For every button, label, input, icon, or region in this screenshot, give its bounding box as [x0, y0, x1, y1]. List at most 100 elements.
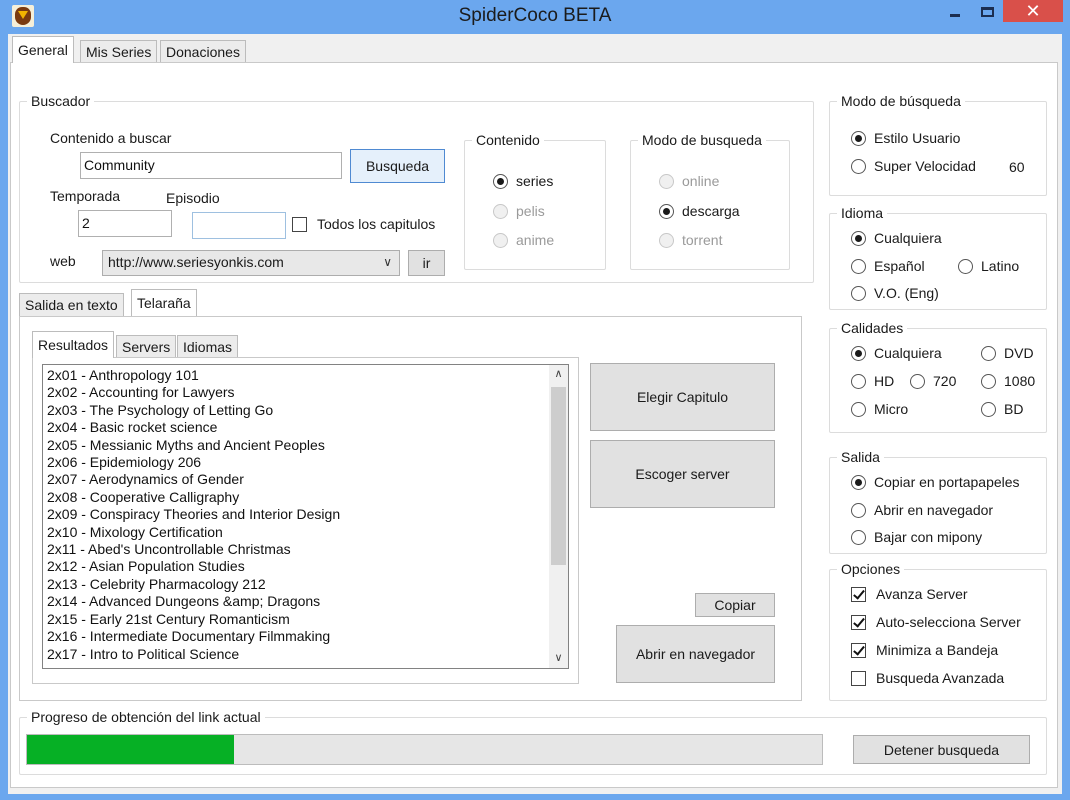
- radio-copiar-portapapeles[interactable]: Copiar en portapapeles: [851, 474, 1020, 490]
- check-icon: [851, 586, 866, 602]
- tab-telarana[interactable]: Telaraña: [131, 289, 197, 316]
- tab-servers[interactable]: Servers: [116, 335, 177, 358]
- busqueda-avanzada-checkbox[interactable]: Busqueda Avanzada: [851, 670, 1004, 686]
- contenido-group: Contenido series pelis anime: [464, 131, 606, 270]
- modo-busqueda-inner-group: Modo de busqueda online descarga torrent: [630, 131, 790, 270]
- radio-descarga[interactable]: descarga: [659, 203, 740, 219]
- busqueda-button[interactable]: Busqueda: [350, 149, 445, 183]
- calidades-legend: Calidades: [837, 319, 908, 337]
- abrir-navegador-button[interactable]: Abrir en navegador: [616, 625, 775, 683]
- buscador-legend: Buscador: [27, 92, 95, 110]
- contenido-legend: Contenido: [472, 131, 544, 149]
- list-item[interactable]: 2x07 - Aerodynamics of Gender: [43, 471, 568, 488]
- radio-latino[interactable]: Latino: [958, 258, 1019, 274]
- radio-dot: [910, 373, 925, 389]
- list-item[interactable]: 2x13 - Celebrity Pharmacology 212: [43, 576, 568, 593]
- busqueda-avanzada-label: Busqueda Avanzada: [876, 670, 1005, 686]
- list-item[interactable]: 2x17 - Intro to Political Science: [43, 646, 568, 663]
- detener-busqueda-button[interactable]: Detener busqueda: [853, 735, 1030, 764]
- radio-720[interactable]: 720: [910, 373, 956, 389]
- web-select-value: http://www.seriesyonkis.com: [108, 254, 284, 270]
- radio-dot: [659, 203, 674, 219]
- client-area: General Mis Series Donaciones Buscador C…: [8, 34, 1062, 794]
- list-item[interactable]: 2x09 - Conspiracy Theories and Interior …: [43, 506, 568, 523]
- radio-dot: [851, 474, 866, 490]
- episodio-input[interactable]: [192, 212, 286, 239]
- escoger-server-button[interactable]: Escoger server: [590, 440, 775, 508]
- minimize-button[interactable]: [938, 0, 972, 24]
- radio-dot: [851, 230, 866, 246]
- elegir-capitulo-button[interactable]: Elegir Capitulo: [590, 363, 775, 431]
- auto-selecciona-server-checkbox[interactable]: Auto-selecciona Server: [851, 614, 1021, 630]
- contenido-input[interactable]: Community: [80, 152, 342, 179]
- radio-dot: [851, 130, 866, 146]
- radio-estilo-usuario[interactable]: Estilo Usuario: [851, 130, 960, 146]
- radio-dot: [851, 258, 866, 274]
- scroll-thumb[interactable]: [551, 387, 566, 565]
- tab-idiomas[interactable]: Idiomas: [177, 335, 239, 358]
- list-item[interactable]: 2x16 - Intermediate Documentary Filmmaki…: [43, 628, 568, 645]
- radio-dvd[interactable]: DVD: [981, 345, 1034, 361]
- radio-series-label: series: [516, 173, 554, 189]
- radio-bd[interactable]: BD: [981, 401, 1023, 417]
- list-item[interactable]: 2x04 - Basic rocket science: [43, 419, 568, 436]
- auto-selecciona-server-label: Auto-selecciona Server: [876, 614, 1021, 630]
- episode-list[interactable]: 2x01 - Anthropology 101 2x02 - Accounting…: [42, 364, 569, 669]
- radio-calidad-cualquiera[interactable]: Cualquiera: [851, 345, 942, 361]
- list-item[interactable]: 2x14 - Advanced Dungeons &amp; Dragons: [43, 593, 568, 610]
- progress-fill: [27, 735, 234, 764]
- scroll-up-icon[interactable]: ∧: [549, 367, 568, 380]
- list-item[interactable]: 2x11 - Abed's Uncontrollable Christmas: [43, 541, 568, 558]
- progreso-legend: Progreso de obtención del link actual: [27, 708, 265, 726]
- radio-pelis[interactable]: pelis: [493, 203, 545, 219]
- ir-button[interactable]: ir: [408, 250, 445, 276]
- radio-vo-eng[interactable]: V.O. (Eng): [851, 285, 939, 301]
- tab-donaciones[interactable]: Donaciones: [160, 40, 246, 63]
- scroll-down-icon[interactable]: ∨: [549, 651, 568, 664]
- todos-capitulos-checkbox[interactable]: Todos los capitulos: [292, 216, 435, 232]
- temporada-input[interactable]: 2: [78, 210, 172, 237]
- idioma-legend: Idioma: [837, 204, 888, 222]
- maximize-button[interactable]: [972, 0, 1002, 24]
- tab-resultados[interactable]: Resultados: [32, 331, 115, 358]
- copiar-button[interactable]: Copiar: [695, 593, 775, 617]
- opciones-group: Opciones Avanza Server Auto-selecciona S…: [829, 560, 1047, 701]
- calidades-group: Calidades Cualquiera DVD HD 720 1080 Mic…: [829, 319, 1047, 433]
- radio-latino-label: Latino: [981, 258, 1020, 274]
- progreso-group: Progreso de obtención del link actual De…: [19, 708, 1047, 775]
- tab-mis-series[interactable]: Mis Series: [80, 40, 158, 63]
- todos-capitulos-label: Todos los capitulos: [317, 216, 436, 232]
- list-item[interactable]: 2x03 - The Psychology of Letting Go: [43, 402, 568, 419]
- close-button[interactable]: ✕: [1003, 0, 1063, 22]
- radio-series[interactable]: series: [493, 173, 553, 189]
- speed-value: 60: [1009, 159, 1025, 175]
- radio-espanol-label: Español: [874, 258, 925, 274]
- idioma-group: Idioma Cualquiera Español Latino V.O. (E…: [829, 204, 1047, 310]
- list-item[interactable]: 2x05 - Messianic Myths and Ancient Peopl…: [43, 437, 568, 454]
- radio-super-velocidad[interactable]: Super Velocidad: [851, 158, 976, 174]
- radio-idioma-cualquiera[interactable]: Cualquiera: [851, 230, 942, 246]
- list-item[interactable]: 2x06 - Epidemiology 206: [43, 454, 568, 471]
- tab-salida-texto[interactable]: Salida en texto: [19, 293, 124, 316]
- radio-1080[interactable]: 1080: [981, 373, 1035, 389]
- radio-espanol[interactable]: Español: [851, 258, 925, 274]
- radio-online[interactable]: online: [659, 173, 719, 189]
- list-item[interactable]: 2x15 - Early 21st Century Romanticism: [43, 611, 568, 628]
- web-select[interactable]: http://www.seriesyonkis.com ∨: [102, 250, 400, 276]
- radio-micro[interactable]: Micro: [851, 401, 908, 417]
- list-scrollbar[interactable]: ∧ ∨: [549, 365, 568, 668]
- radio-anime[interactable]: anime: [493, 232, 554, 248]
- list-item[interactable]: 2x01 - Anthropology 101: [43, 367, 568, 384]
- general-tab-page: Buscador Contenido a buscar Community Bu…: [10, 62, 1058, 788]
- avanza-server-checkbox[interactable]: Avanza Server: [851, 586, 968, 602]
- list-item[interactable]: 2x10 - Mixology Certification: [43, 524, 568, 541]
- list-item[interactable]: 2x08 - Cooperative Calligraphy: [43, 489, 568, 506]
- radio-torrent[interactable]: torrent: [659, 232, 722, 248]
- radio-abrir-navegador[interactable]: Abrir en navegador: [851, 502, 993, 518]
- list-item[interactable]: 2x02 - Accounting for Lawyers: [43, 384, 568, 401]
- radio-bajar-mipony[interactable]: Bajar con mipony: [851, 529, 982, 545]
- minimiza-bandeja-checkbox[interactable]: Minimiza a Bandeja: [851, 642, 998, 658]
- list-item[interactable]: 2x12 - Asian Population Studies: [43, 558, 568, 575]
- radio-hd[interactable]: HD: [851, 373, 894, 389]
- tab-general[interactable]: General: [12, 36, 74, 63]
